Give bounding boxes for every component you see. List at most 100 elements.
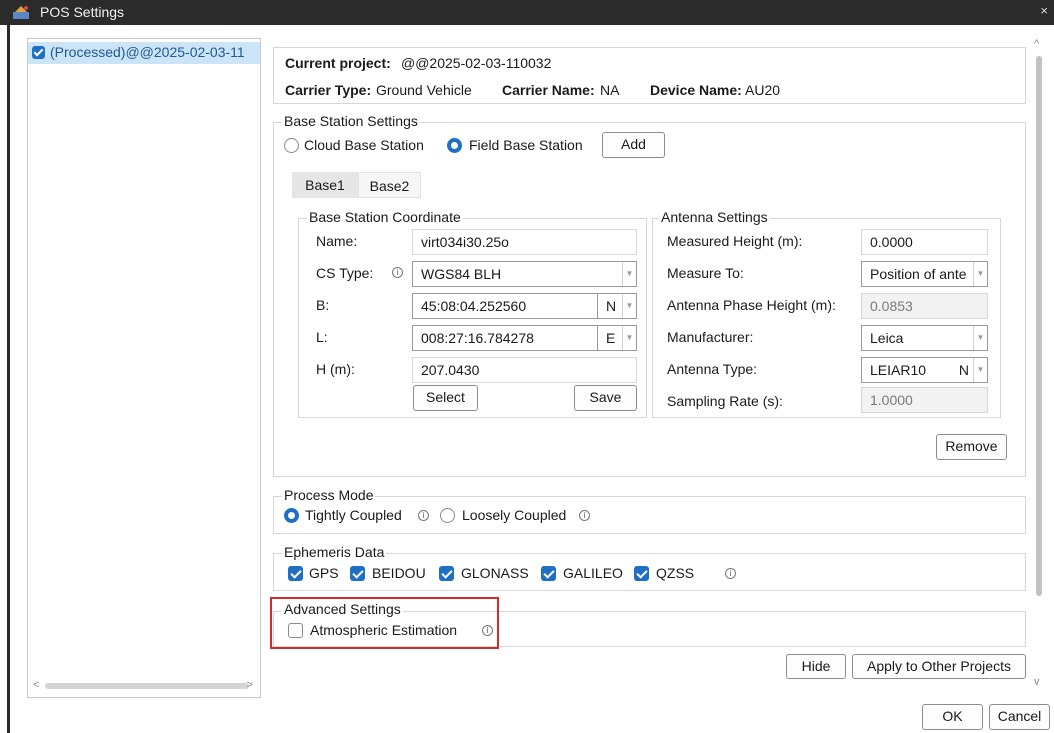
name-label: Name: xyxy=(316,233,358,249)
current-project-label: Current project: xyxy=(285,55,391,71)
scroll-down-icon[interactable]: v xyxy=(1034,676,1040,688)
manufacturer-value: Leica xyxy=(870,330,904,346)
manufacturer-select[interactable]: Leica ▼ xyxy=(861,325,988,351)
carrier-name-value: NA xyxy=(600,82,620,98)
base-station-coordinate-legend: Base Station Coordinate xyxy=(307,209,463,225)
scroll-right-icon[interactable]: > xyxy=(247,679,253,691)
tightly-coupled-radio[interactable] xyxy=(284,508,299,523)
cancel-button[interactable]: Cancel xyxy=(989,704,1050,730)
tree-item-label: (Processed)@@2025-02-03-11 xyxy=(50,44,245,60)
chevron-down-icon[interactable]: ▼ xyxy=(622,294,636,318)
carrier-name-label: Carrier Name: xyxy=(502,82,595,98)
measure-to-value: Position of ante xyxy=(870,266,967,282)
loosely-coupled-radio[interactable] xyxy=(440,508,455,523)
antenna-settings-legend: Antenna Settings xyxy=(659,209,770,225)
cloud-base-station-radio[interactable] xyxy=(284,138,299,153)
scroll-up-icon[interactable]: ^ xyxy=(1034,38,1039,50)
manufacturer-label: Manufacturer: xyxy=(667,329,754,345)
measured-height-label: Measured Height (m): xyxy=(667,233,803,249)
scroll-left-icon[interactable]: < xyxy=(33,679,39,691)
measured-height-field[interactable]: 0.0000 xyxy=(861,229,988,255)
gps-checkbox[interactable] xyxy=(288,566,303,581)
carrier-type-value: Ground Vehicle xyxy=(376,82,472,98)
tree-item-checkbox[interactable] xyxy=(32,46,45,59)
glonass-label[interactable]: GLONASS xyxy=(461,565,529,581)
device-name-value: AU20 xyxy=(745,82,781,98)
close-icon[interactable]: × xyxy=(1040,3,1048,18)
tree-item-project[interactable]: (Processed)@@2025-02-03-11 xyxy=(28,42,260,64)
sampling-rate-field: 1.0000 xyxy=(861,387,988,413)
cs-type-value: WGS84 BLH xyxy=(421,266,502,282)
b-latitude-field[interactable]: 45:08:04.252560 xyxy=(412,293,598,319)
measure-to-select[interactable]: Position of ante ▼ xyxy=(861,261,988,287)
process-mode-legend: Process Mode xyxy=(282,487,376,503)
l-hemisphere-value: E xyxy=(606,330,616,346)
info-circle-icon[interactable]: i xyxy=(725,568,736,579)
ok-button[interactable]: OK xyxy=(922,704,983,730)
beidou-checkbox[interactable] xyxy=(350,566,365,581)
beidou-label[interactable]: BEIDOU xyxy=(372,565,426,581)
current-project-value: @@2025-02-03-110032 xyxy=(401,55,552,71)
base-station-settings-legend: Base Station Settings xyxy=(282,113,420,129)
chevron-down-icon[interactable]: ▼ xyxy=(622,262,636,286)
info-circle-icon[interactable]: i xyxy=(392,267,403,278)
tab-base1[interactable]: Base1 xyxy=(292,172,358,198)
loosely-coupled-label[interactable]: Loosely Coupled xyxy=(462,507,566,523)
info-circle-icon[interactable]: i xyxy=(418,510,429,521)
remove-button[interactable]: Remove xyxy=(936,434,1007,460)
apply-to-other-projects-button[interactable]: Apply to Other Projects xyxy=(852,654,1026,679)
project-tree: (Processed)@@2025-02-03-11 < > xyxy=(27,38,261,698)
b-hemisphere-value: N xyxy=(606,298,617,314)
l-hemisphere-select[interactable]: E ▼ xyxy=(597,325,637,351)
chevron-down-icon[interactable]: ▼ xyxy=(973,358,987,382)
info-circle-icon[interactable]: i xyxy=(579,510,590,521)
antenna-type-label: Antenna Type: xyxy=(667,361,758,377)
chevron-down-icon[interactable]: ▼ xyxy=(973,326,987,350)
tree-horizontal-scrollbar[interactable]: < > xyxy=(29,679,259,693)
field-base-station-label[interactable]: Field Base Station xyxy=(469,137,583,153)
hide-button[interactable]: Hide xyxy=(786,654,846,679)
sampling-rate-label: Sampling Rate (s): xyxy=(667,393,783,409)
select-button[interactable]: Select xyxy=(413,385,478,411)
cs-type-label: CS Type: xyxy=(316,265,374,281)
tightly-coupled-label[interactable]: Tightly Coupled xyxy=(305,507,402,523)
field-base-station-radio[interactable] xyxy=(447,138,462,153)
settings-vertical-scrollbar[interactable]: ^ v xyxy=(1032,38,1046,688)
device-name-label: Device Name: xyxy=(650,82,742,98)
title-bar: POS Settings × xyxy=(0,0,1054,25)
pos-app-icon xyxy=(13,6,29,19)
galileo-checkbox[interactable] xyxy=(541,566,556,581)
phase-height-label: Antenna Phase Height (m): xyxy=(667,297,836,313)
cs-type-select[interactable]: WGS84 BLH ▼ xyxy=(412,261,637,287)
chevron-down-icon[interactable]: ▼ xyxy=(973,262,987,286)
chevron-down-icon[interactable]: ▼ xyxy=(622,326,636,350)
l-longitude-field[interactable]: 008:27:16.784278 xyxy=(412,325,598,351)
qzss-label[interactable]: QZSS xyxy=(656,565,694,581)
b-label: B: xyxy=(316,297,330,313)
add-button[interactable]: Add xyxy=(602,132,665,158)
tab-base2[interactable]: Base2 xyxy=(358,172,421,198)
window-edge xyxy=(0,25,10,733)
glonass-checkbox[interactable] xyxy=(439,566,454,581)
scroll-thumb[interactable] xyxy=(45,683,249,689)
scroll-thumb-vertical[interactable] xyxy=(1036,56,1042,596)
name-field[interactable]: virt034i30.25o xyxy=(412,229,637,255)
h-label: H (m): xyxy=(316,361,355,377)
qzss-checkbox[interactable] xyxy=(634,566,649,581)
gps-label[interactable]: GPS xyxy=(309,565,339,581)
antenna-type-value: LEIAR10 xyxy=(870,362,927,378)
ephemeris-data-legend: Ephemeris Data xyxy=(282,544,387,560)
cloud-base-station-label[interactable]: Cloud Base Station xyxy=(304,137,424,153)
window-title: POS Settings xyxy=(40,4,125,20)
l-label: L: xyxy=(316,329,328,345)
h-height-field[interactable]: 207.0430 xyxy=(412,357,637,383)
b-hemisphere-select[interactable]: N ▼ xyxy=(597,293,637,319)
phase-height-field: 0.0853 xyxy=(861,293,988,319)
antenna-type-radome: N xyxy=(958,362,969,378)
save-button[interactable]: Save xyxy=(574,385,637,411)
highlight-frame xyxy=(270,597,499,649)
measure-to-label: Measure To: xyxy=(667,265,744,281)
carrier-type-label: Carrier Type: xyxy=(285,82,372,98)
galileo-label[interactable]: GALILEO xyxy=(563,565,623,581)
antenna-type-select[interactable]: LEIAR10 N ▼ xyxy=(861,357,988,383)
